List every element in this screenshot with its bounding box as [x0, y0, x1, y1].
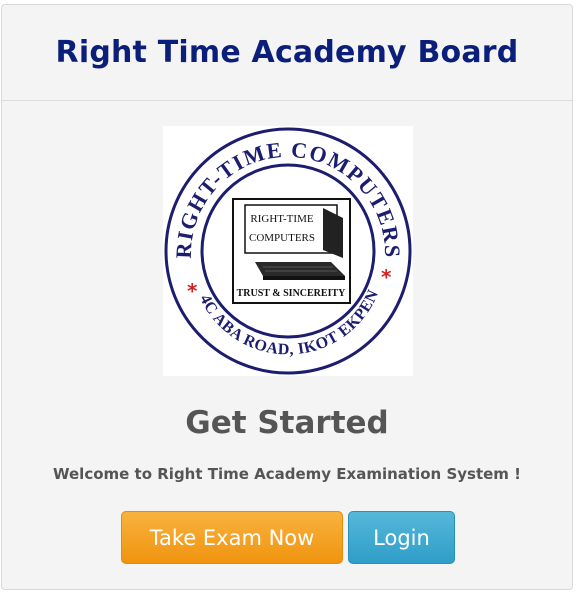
- take-exam-button[interactable]: Take Exam Now: [121, 511, 343, 564]
- logo-inner-line1: RIGHT-TIME: [250, 213, 313, 225]
- academy-logo: RIGHT-TIME COMPUTERS 144C ABA ROAD, IKOT…: [163, 126, 413, 376]
- card-header: Right Time Academy Board: [2, 5, 572, 101]
- logo-inner-line2: COMPUTERS: [249, 232, 315, 244]
- welcome-message: Welcome to Right Time Academy Examinatio…: [53, 465, 521, 483]
- get-started-heading: Get Started: [185, 405, 389, 441]
- logo-motto: TRUST & SINCEREITY: [237, 288, 347, 299]
- logo-seal: RIGHT-TIME COMPUTERS 144C ABA ROAD, IKOT…: [163, 126, 412, 375]
- page-title: Right Time Academy Board: [55, 35, 519, 70]
- login-button[interactable]: Login: [348, 511, 455, 564]
- logo-star-left-icon: *: [187, 279, 198, 303]
- landing-card: Right Time Academy Board RIGHT-TIME COMP…: [1, 4, 573, 590]
- logo-star-right-icon: *: [381, 265, 392, 289]
